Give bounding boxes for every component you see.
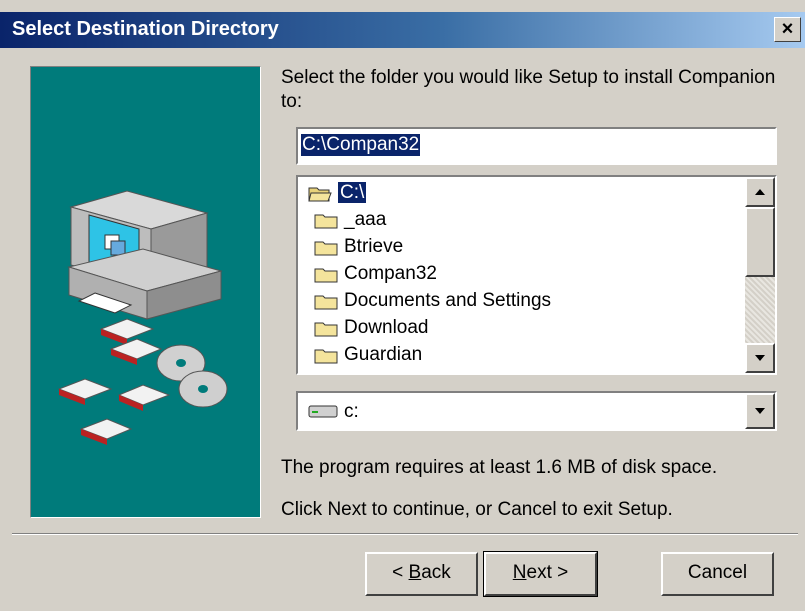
folder-item[interactable]: Guardian <box>314 341 422 368</box>
folder-item[interactable]: Download <box>314 314 429 341</box>
arrow-down-icon <box>755 355 765 361</box>
folder-item[interactable]: Btrieve <box>314 233 403 260</box>
folder-icon <box>314 295 338 310</box>
title-bar: Select Destination Directory × <box>0 12 805 48</box>
folder-icon <box>314 322 338 337</box>
close-button[interactable]: × <box>774 17 801 42</box>
arrow-up-icon <box>755 189 765 195</box>
scroll-down-button[interactable] <box>745 343 775 373</box>
scroll-thumb[interactable] <box>745 207 775 277</box>
destination-path-input[interactable]: C:\Compan32 <box>296 127 777 165</box>
back-button[interactable]: < Back <box>365 552 478 596</box>
computer-icon <box>57 190 228 445</box>
drive-select[interactable]: c: <box>296 391 777 431</box>
folder-icon <box>314 268 338 283</box>
folder-item[interactable]: Compan32 <box>314 260 437 287</box>
continue-note: Click Next to continue, or Cancel to exi… <box>281 499 673 520</box>
folder-icon <box>314 214 338 229</box>
close-icon: × <box>781 18 794 40</box>
install-prompt: Select the folder you would like Setup t… <box>281 67 776 112</box>
folder-list[interactable]: C:\ _aaa Btrieve Compan32 Documents and … <box>296 175 777 375</box>
folder-icon <box>314 241 338 256</box>
scroll-up-button[interactable] <box>745 177 775 207</box>
drive-value: c: <box>344 401 359 422</box>
open-folder-icon <box>308 187 332 202</box>
setup-dialog: Select Destination Directory × Select th… <box>0 0 805 611</box>
folder-item[interactable]: Documents and Settings <box>314 287 551 314</box>
folder-list-scrollbar[interactable] <box>745 177 775 373</box>
drive-icon <box>308 405 338 418</box>
next-button[interactable]: Next > <box>483 551 598 597</box>
cancel-button[interactable]: Cancel <box>661 552 774 596</box>
chevron-down-icon <box>755 408 765 414</box>
drive-dropdown-button[interactable] <box>745 393 775 429</box>
folder-icon <box>314 349 338 364</box>
folder-item[interactable]: C:\ <box>308 179 367 206</box>
divider <box>12 533 798 535</box>
dialog-title: Select Destination Directory <box>12 18 279 40</box>
path-value: C:\Compan32 <box>301 134 421 156</box>
disk-space-note: The program requires at least 1.6 MB of … <box>281 457 718 478</box>
folder-item[interactable]: _aaa <box>314 206 386 233</box>
setup-illustration <box>30 66 261 518</box>
